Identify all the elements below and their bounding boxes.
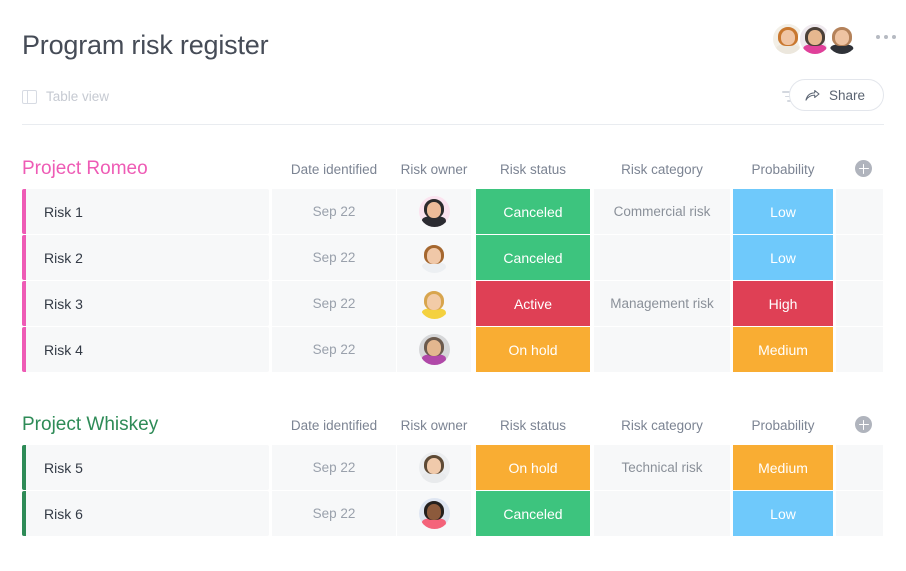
avatar-face	[827, 24, 857, 54]
board-page: Program risk register Table view Share P…	[0, 0, 906, 571]
kebab-dot	[876, 35, 880, 39]
cell-risk-status[interactable]: On hold	[476, 445, 590, 490]
cell-empty[interactable]	[836, 235, 883, 280]
table-row[interactable]: Risk 2 Sep 22 Canceled Low	[0, 235, 906, 280]
group-header: Project Whiskey Date identified Risk owner…	[0, 412, 906, 445]
group-project-romeo: Project Romeo Date identified Risk owner Ri…	[0, 156, 906, 373]
avatar-face	[418, 452, 450, 483]
cell-risk-category[interactable]: Technical risk	[594, 445, 730, 490]
cell-risk-category[interactable]: Commercial risk	[594, 189, 730, 234]
cell-empty[interactable]	[836, 491, 883, 536]
group-title[interactable]: Project Romeo	[22, 156, 148, 182]
cell-item-name[interactable]: Risk 6	[26, 491, 269, 536]
column-header-prob[interactable]: Probability	[733, 161, 833, 179]
cell-item-name[interactable]: Risk 4	[26, 327, 269, 372]
cell-risk-owner[interactable]	[397, 235, 471, 280]
cell-risk-category[interactable]	[594, 235, 730, 280]
cell-risk-status[interactable]: Canceled	[476, 189, 590, 234]
avatar-face	[418, 334, 450, 365]
table-view-icon	[22, 89, 37, 104]
tab-table-view[interactable]: Table view	[22, 89, 109, 104]
cell-date-identified[interactable]: Sep 22	[272, 445, 396, 490]
cell-risk-owner[interactable]	[397, 281, 471, 326]
column-header-category[interactable]: Risk category	[594, 161, 730, 179]
owner-avatar-risk-4[interactable]	[418, 334, 450, 365]
avatar-face	[418, 288, 450, 319]
table-row[interactable]: Risk 1 Sep 22 Canceled Commercial risk Low	[0, 189, 906, 234]
share-button[interactable]: Share	[788, 79, 884, 111]
column-header-category[interactable]: Risk category	[594, 417, 730, 435]
avatar-face	[418, 242, 450, 273]
group-header: Project Romeo Date identified Risk owner Ri…	[0, 156, 906, 189]
cell-risk-category[interactable]	[594, 491, 730, 536]
cell-empty[interactable]	[836, 327, 883, 372]
tab-table-view-label: Table view	[46, 89, 110, 104]
add-column-icon[interactable]	[855, 160, 872, 177]
column-header-date[interactable]: Date identified	[272, 161, 396, 179]
share-button-label: Share	[828, 87, 865, 103]
cell-date-identified[interactable]: Sep 22	[272, 491, 396, 536]
view-toolbar: Table view Share	[0, 79, 906, 124]
cell-probability[interactable]: High	[733, 281, 833, 326]
cell-probability[interactable]: Medium	[733, 327, 833, 372]
cell-risk-category[interactable]	[594, 327, 730, 372]
table-row[interactable]: Risk 6 Sep 22 Canceled Low	[0, 491, 906, 536]
kebab-dot	[884, 35, 888, 39]
header-divider	[22, 124, 884, 125]
column-header-owner[interactable]: Risk owner	[397, 417, 471, 435]
cell-date-identified[interactable]: Sep 22	[272, 281, 396, 326]
group-project-whiskey: Project Whiskey Date identified Risk owner…	[0, 412, 906, 537]
cell-date-identified[interactable]: Sep 22	[272, 235, 396, 280]
owner-avatar-risk-3[interactable]	[418, 288, 450, 319]
cell-probability[interactable]: Low	[733, 235, 833, 280]
owner-avatar-risk-6[interactable]	[418, 498, 450, 529]
page-title: Program risk register	[22, 30, 269, 60]
cell-item-name[interactable]: Risk 3	[26, 281, 269, 326]
cell-risk-owner[interactable]	[397, 445, 471, 490]
cell-risk-owner[interactable]	[397, 327, 471, 372]
column-header-status[interactable]: Risk status	[476, 417, 590, 435]
column-header-owner[interactable]: Risk owner	[397, 161, 471, 179]
cell-probability[interactable]: Low	[733, 491, 833, 536]
column-header-status[interactable]: Risk status	[476, 161, 590, 179]
collaborator-avatars[interactable]	[771, 22, 859, 56]
cell-item-name[interactable]: Risk 5	[26, 445, 269, 490]
owner-avatar-risk-5[interactable]	[418, 452, 450, 483]
add-column-icon[interactable]	[855, 416, 872, 433]
board-header: Program risk register Table view Share	[0, 0, 906, 125]
cell-risk-owner[interactable]	[397, 189, 471, 234]
avatar-user-3[interactable]	[825, 22, 859, 56]
cell-item-name[interactable]: Risk 2	[26, 235, 269, 280]
table-row[interactable]: Risk 5 Sep 22 On hold Technical risk Medium	[0, 445, 906, 490]
column-header-prob[interactable]: Probability	[733, 417, 833, 435]
table-row[interactable]: Risk 3 Sep 22 Active Management risk High	[0, 281, 906, 326]
cell-risk-status[interactable]: On hold	[476, 327, 590, 372]
table-row[interactable]: Risk 4 Sep 22 On hold Medium	[0, 327, 906, 372]
kebab-dot	[892, 35, 896, 39]
owner-avatar-risk-2[interactable]	[418, 242, 450, 273]
cell-empty[interactable]	[836, 189, 883, 234]
cell-risk-status[interactable]: Canceled	[476, 235, 590, 280]
owner-avatar-risk-1[interactable]	[418, 196, 450, 227]
cell-risk-owner[interactable]	[397, 491, 471, 536]
avatar-face	[418, 498, 450, 529]
cell-empty[interactable]	[836, 281, 883, 326]
cell-date-identified[interactable]: Sep 22	[272, 327, 396, 372]
group-title[interactable]: Project Whiskey	[22, 412, 158, 438]
cell-risk-status[interactable]: Active	[476, 281, 590, 326]
cell-risk-status[interactable]: Canceled	[476, 491, 590, 536]
cell-date-identified[interactable]: Sep 22	[272, 189, 396, 234]
avatar-face	[418, 196, 450, 227]
cell-probability[interactable]: Medium	[733, 445, 833, 490]
cell-item-name[interactable]: Risk 1	[26, 189, 269, 234]
cell-empty[interactable]	[836, 445, 883, 490]
share-arrow-icon	[805, 89, 820, 101]
kebab-menu-icon[interactable]	[876, 35, 896, 39]
cell-risk-category[interactable]: Management risk	[594, 281, 730, 326]
column-header-date[interactable]: Date identified	[272, 417, 396, 435]
cell-probability[interactable]: Low	[733, 189, 833, 234]
